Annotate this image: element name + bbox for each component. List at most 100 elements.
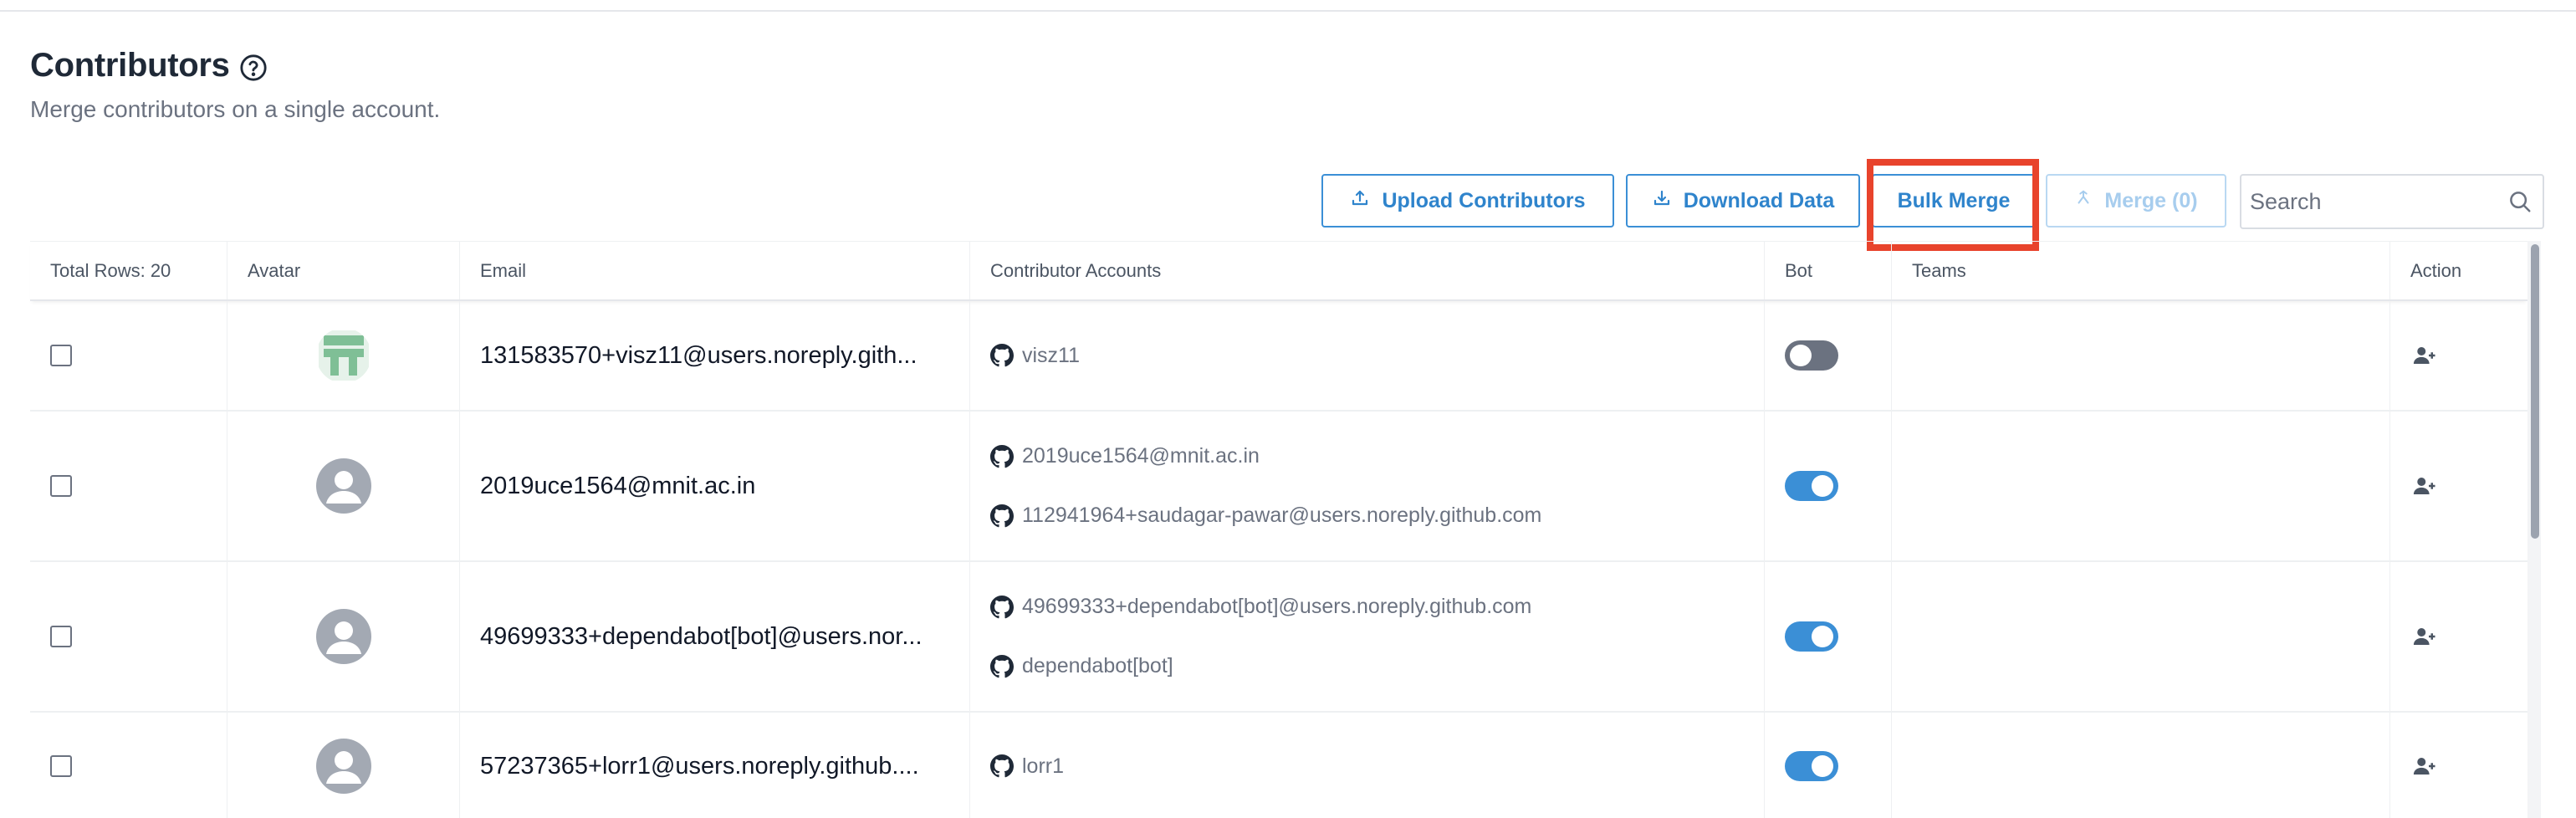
- bulk-merge-label: Bulk Merge: [1897, 188, 2011, 212]
- account-name: 49699333+dependabot[bot]@users.noreply.g…: [1022, 595, 1532, 618]
- teams-cell: [1892, 562, 2390, 711]
- account-name: 2019uce1564@mnit.ac.in: [1022, 444, 1260, 468]
- bot-toggle[interactable]: [1785, 471, 1838, 501]
- bot-cell: [1765, 412, 1892, 560]
- default-user-icon: [325, 751, 361, 784]
- bot-toggle[interactable]: [1785, 340, 1838, 371]
- upload-contributors-button[interactable]: Upload Contributors: [1321, 174, 1614, 228]
- search-input[interactable]: [2250, 188, 2484, 215]
- toggle-knob: [1790, 345, 1812, 366]
- action-cell: [2390, 562, 2527, 711]
- avatar-cell: [227, 562, 460, 711]
- merge-icon: [2074, 188, 2093, 214]
- account-name: lorr1: [1022, 754, 1065, 778]
- github-icon: [990, 595, 1014, 619]
- avatar: [316, 328, 371, 383]
- email-text: 49699333+dependabot[bot]@users.nor...: [480, 622, 923, 650]
- action-cell: [2390, 713, 2527, 818]
- default-user-icon: [325, 471, 361, 504]
- contributor-account[interactable]: 2019uce1564@mnit.ac.in: [990, 444, 1260, 468]
- contributor-account[interactable]: 49699333+dependabot[bot]@users.noreply.g…: [990, 595, 1531, 619]
- column-header-total-rows: Total Rows: 20: [30, 242, 227, 299]
- merge-button[interactable]: Merge (0): [2046, 174, 2226, 228]
- bot-cell: [1765, 301, 1892, 410]
- email-cell: 49699333+dependabot[bot]@users.nor...: [460, 562, 970, 711]
- table-row: 2019uce1564@mnit.ac.in 2019uce1564@mnit.…: [30, 412, 2527, 562]
- contributor-account[interactable]: 112941964+saudagar-pawar@users.noreply.g…: [990, 504, 1541, 528]
- account-name: visz11: [1022, 343, 1081, 367]
- github-icon: [990, 444, 1014, 468]
- row-select-cell: [30, 301, 227, 410]
- merge-label: Merge (0): [2104, 188, 2198, 212]
- accounts-cell: lorr1: [970, 713, 1765, 818]
- email-text: 131583570+visz11@users.noreply.gith...: [480, 341, 917, 369]
- search-box: [2240, 174, 2544, 229]
- accounts-cell: 2019uce1564@mnit.ac.in 112941964+saudaga…: [970, 412, 1765, 560]
- github-icon: [990, 654, 1014, 678]
- email-cell: 2019uce1564@mnit.ac.in: [460, 412, 970, 560]
- avatar-cell: [227, 412, 460, 560]
- teams-cell: [1892, 412, 2390, 560]
- add-user-icon[interactable]: [2412, 754, 2437, 779]
- column-header-email: Email: [460, 242, 970, 299]
- contributor-account[interactable]: lorr1: [990, 754, 1064, 779]
- download-data-label: Download Data: [1683, 188, 1835, 212]
- table-row: 57237365+lorr1@users.noreply.github.... …: [30, 713, 2527, 818]
- column-header-teams: Teams: [1892, 242, 2390, 299]
- title-row: Contributors: [30, 47, 440, 84]
- account-name: dependabot[bot]: [1022, 654, 1173, 677]
- row-checkbox[interactable]: [50, 475, 72, 497]
- contributor-account[interactable]: dependabot[bot]: [990, 654, 1173, 678]
- search-icon[interactable]: [2507, 189, 2533, 214]
- add-user-icon[interactable]: [2412, 624, 2437, 649]
- email-cell: 131583570+visz11@users.noreply.gith...: [460, 301, 970, 410]
- column-header-bot: Bot: [1765, 242, 1892, 299]
- row-checkbox[interactable]: [50, 755, 72, 777]
- row-select-cell: [30, 713, 227, 818]
- bot-cell: [1765, 562, 1892, 711]
- contributor-account[interactable]: visz11: [990, 344, 1080, 368]
- email-text: 57237365+lorr1@users.noreply.github....: [480, 752, 919, 780]
- upload-icon: [1350, 188, 1370, 214]
- avatar-cell: [227, 301, 460, 410]
- bot-cell: [1765, 713, 1892, 818]
- column-header-avatar: Avatar: [227, 242, 460, 299]
- avatar-cell: [227, 713, 460, 818]
- email-text: 2019uce1564@mnit.ac.in: [480, 472, 756, 499]
- table-row: 131583570+visz11@users.noreply.gith... v…: [30, 301, 2527, 412]
- avatar: [315, 739, 371, 794]
- page-subtitle: Merge contributors on a single account.: [30, 96, 441, 122]
- account-name: 112941964+saudagar-pawar@users.noreply.g…: [1022, 504, 1542, 527]
- toggle-knob: [1812, 755, 1833, 777]
- top-divider: [0, 10, 2576, 12]
- avatar: [315, 458, 371, 514]
- column-header-contributor-accounts: Contributor Accounts: [970, 242, 1765, 299]
- action-cell: [2390, 412, 2527, 560]
- bulk-merge-button[interactable]: Bulk Merge: [1872, 174, 2036, 228]
- help-icon[interactable]: [238, 53, 268, 83]
- github-icon: [990, 754, 1014, 778]
- add-user-icon[interactable]: [2412, 343, 2437, 368]
- teams-cell: [1892, 713, 2390, 818]
- add-user-icon[interactable]: [2412, 473, 2437, 498]
- teams-cell: [1892, 301, 2390, 410]
- table-row: 49699333+dependabot[bot]@users.nor... 49…: [30, 562, 2527, 713]
- page-header: Contributors Merge contributors on a sin…: [30, 47, 440, 123]
- table-scrollbar-thumb[interactable]: [2531, 244, 2539, 539]
- row-checkbox[interactable]: [50, 626, 72, 647]
- toggle-knob: [1812, 626, 1833, 647]
- toggle-knob: [1812, 475, 1833, 497]
- bot-toggle[interactable]: [1785, 621, 1838, 652]
- download-icon: [1652, 188, 1672, 214]
- identicon-icon: [318, 330, 369, 381]
- row-select-cell: [30, 562, 227, 711]
- bot-toggle[interactable]: [1785, 751, 1838, 781]
- row-checkbox[interactable]: [50, 345, 72, 366]
- upload-contributors-label: Upload Contributors: [1382, 188, 1586, 212]
- github-icon: [990, 344, 1014, 367]
- accounts-cell: visz11: [970, 301, 1765, 410]
- row-select-cell: [30, 412, 227, 560]
- page-title: Contributors: [30, 47, 230, 84]
- default-user-icon: [325, 621, 361, 654]
- download-data-button[interactable]: Download Data: [1626, 174, 1860, 228]
